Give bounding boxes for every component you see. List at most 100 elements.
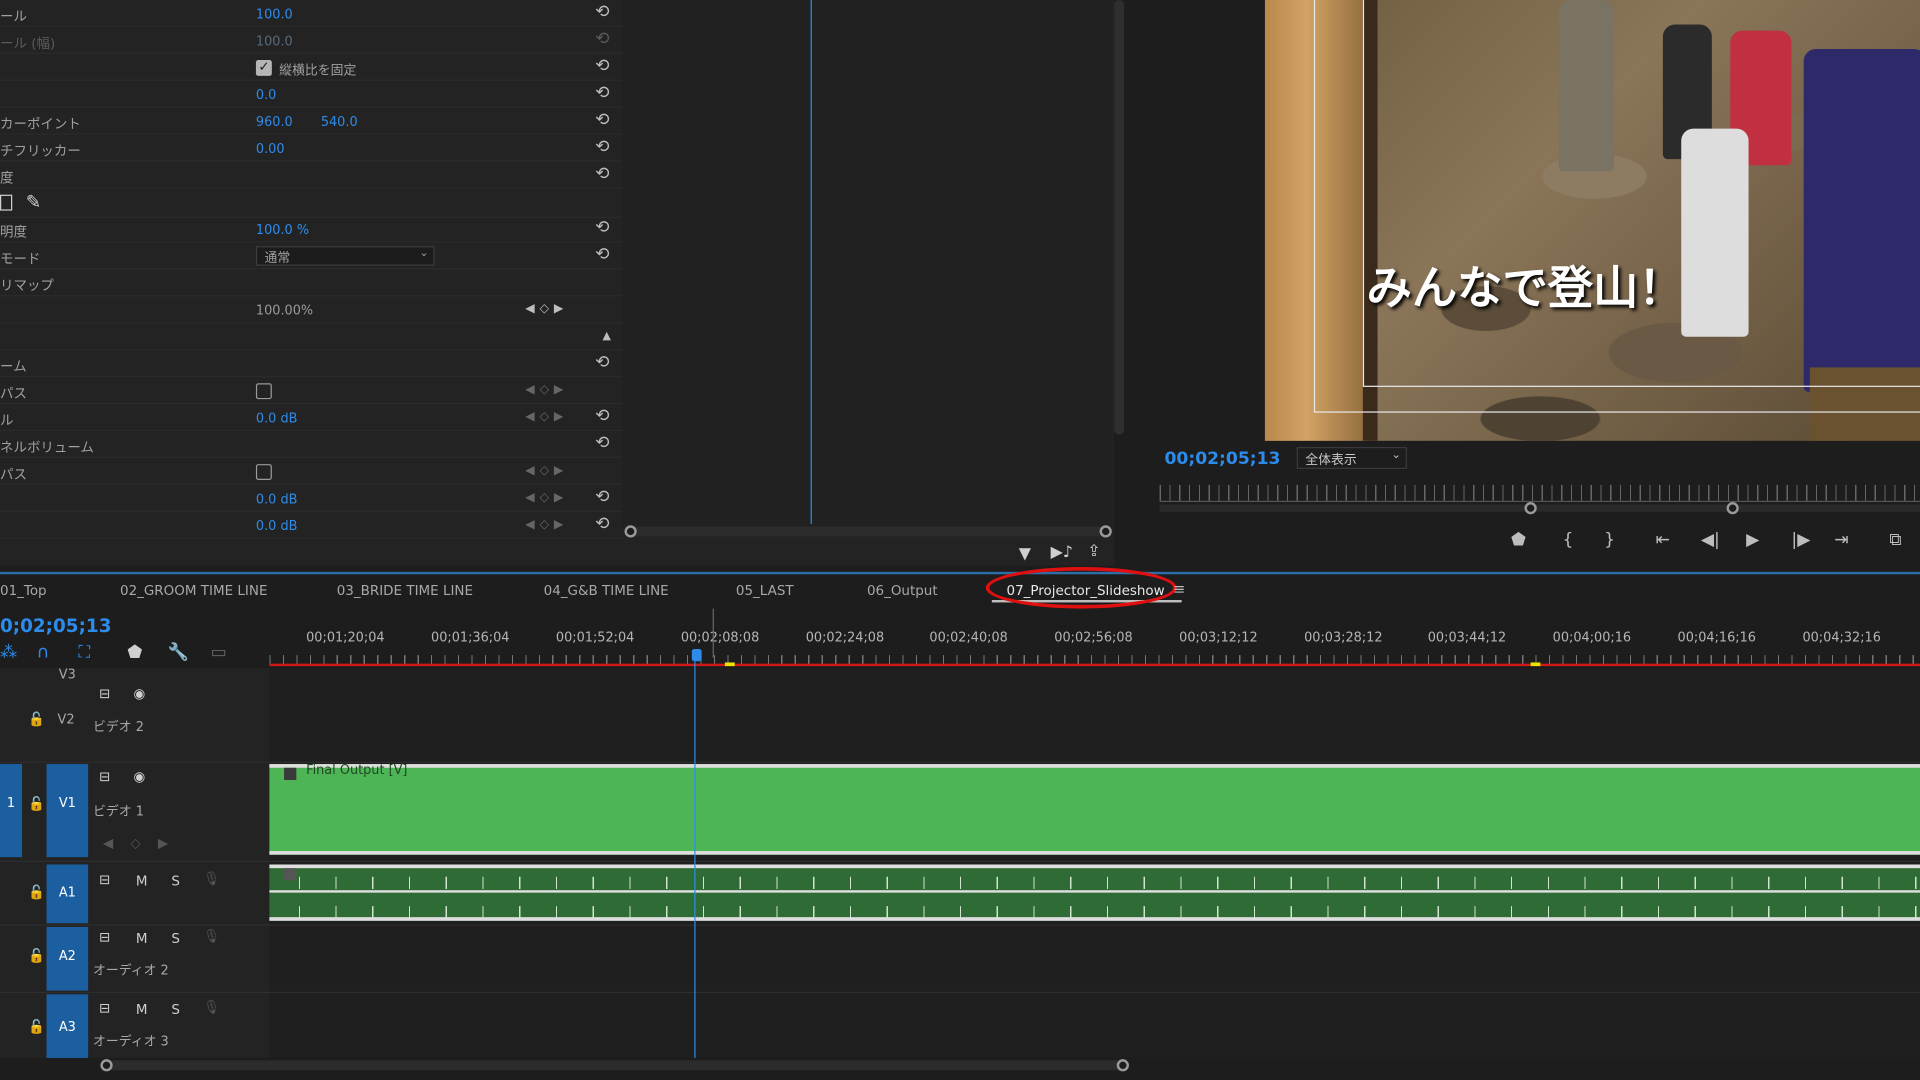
eye-icon[interactable]: ◉ — [133, 686, 145, 702]
insert-nest-icon[interactable]: ⁂ — [0, 643, 17, 663]
video-clip-final-output[interactable] — [269, 764, 1920, 855]
reset-icon[interactable]: ⟲ — [595, 219, 609, 236]
pen-icon[interactable]: ✎ — [26, 191, 41, 213]
reset-icon[interactable]: ⟲ — [595, 58, 609, 75]
keyframe-nav[interactable]: ◀◇▶ — [103, 835, 186, 851]
reset-icon[interactable]: ⟲ — [595, 435, 609, 452]
lock-icon[interactable]: 🔓 — [28, 884, 45, 900]
add-marker-icon[interactable]: ⬟ — [1511, 530, 1526, 550]
program-ruler[interactable] — [1159, 484, 1920, 503]
track-area[interactable] — [269, 668, 1920, 1058]
right-channel-value[interactable]: 0.0 dB — [256, 519, 298, 534]
track-v3-label[interactable]: V3 — [59, 667, 76, 682]
sync-lock-icon[interactable]: ⊟ — [99, 686, 110, 702]
tab-05-last[interactable]: 05_LAST — [736, 583, 794, 599]
step-back-icon[interactable]: ◀| — [1701, 530, 1720, 550]
zoom-handle-right[interactable] — [1116, 1059, 1129, 1072]
blend-mode-dropdown[interactable]: 通常 ⌄ — [255, 246, 435, 266]
reset-icon[interactable]: ⟲ — [595, 4, 609, 21]
bypass-checkbox[interactable] — [255, 464, 272, 481]
reset-icon[interactable]: ⟲ — [595, 111, 609, 128]
sync-lock-icon[interactable]: ⊟ — [99, 872, 110, 888]
add-marker-icon[interactable]: ⬟ — [127, 643, 142, 663]
timeline-playhead-handle[interactable] — [691, 648, 702, 662]
program-timecode[interactable]: 00;02;05;13 — [1164, 449, 1280, 469]
fit-dropdown[interactable]: 全体表示 ⌄ — [1296, 446, 1407, 469]
play-audio-icon[interactable]: ▶♪ — [1051, 544, 1073, 562]
effect-controls-timeline[interactable] — [622, 0, 1112, 527]
zoom-handle-left[interactable] — [1524, 502, 1537, 515]
go-to-out-icon[interactable]: ⇥ — [1834, 530, 1848, 550]
zoom-handle-left[interactable] — [624, 525, 637, 538]
voice-over-icon[interactable]: 🎙 — [203, 871, 220, 887]
track-a1-target[interactable]: A1 — [46, 864, 89, 924]
keyframe-nav[interactable]: ◀◇▶ — [525, 302, 568, 315]
lock-icon[interactable]: 🔓 — [28, 948, 45, 964]
track-a3-target[interactable]: A3 — [46, 994, 89, 1058]
reset-icon[interactable]: ⟲ — [595, 489, 609, 506]
zoom-handle-right[interactable] — [1726, 502, 1739, 515]
rotation-value[interactable]: 0.0 — [256, 88, 276, 103]
reset-icon[interactable]: ⟲ — [595, 354, 609, 371]
track-v2-label[interactable]: V2 — [58, 713, 75, 728]
left-channel-value[interactable]: 0.0 dB — [256, 492, 298, 507]
program-zoom-bar[interactable] — [1159, 502, 1920, 515]
sync-lock-icon[interactable]: ⊟ — [99, 769, 110, 785]
anchor-y-value[interactable]: 540.0 — [321, 115, 358, 130]
voice-over-icon[interactable]: 🎙 — [203, 999, 220, 1015]
solo-button[interactable]: S — [171, 873, 180, 889]
effect-controls-playhead[interactable] — [810, 0, 812, 525]
bypass-checkbox[interactable] — [255, 383, 272, 400]
tab-02-groom[interactable]: 02_GROOM TIME LINE — [120, 583, 267, 599]
sync-lock-icon[interactable]: ⊟ — [99, 929, 110, 945]
keyframe-nav[interactable]: ◀◇▶ — [525, 410, 568, 423]
keyframe-nav[interactable]: ◀◇▶ — [525, 464, 568, 477]
go-to-in-icon[interactable]: ⇤ — [1656, 530, 1670, 550]
tab-06-output[interactable]: 06_Output — [867, 583, 938, 599]
snap-icon[interactable]: ∩ — [37, 643, 50, 663]
effect-controls-zoom-bar[interactable] — [624, 525, 1112, 538]
collapse-up-icon[interactable]: ▲ — [602, 331, 610, 343]
track-v1-target[interactable]: V1 — [46, 764, 89, 858]
mark-out-icon[interactable]: } — [1604, 530, 1615, 550]
speed-value[interactable]: 100.00% — [256, 304, 313, 319]
track-a2-target[interactable]: A2 — [46, 926, 89, 991]
solo-button[interactable]: S — [171, 931, 180, 947]
anti-flicker-value[interactable]: 0.00 — [256, 142, 285, 157]
opacity-value[interactable]: 100.0 % — [256, 223, 309, 238]
tab-menu-icon[interactable]: ≡ — [1173, 580, 1185, 597]
scale-value[interactable]: 100.0 — [256, 7, 293, 22]
lock-icon[interactable]: 🔓 — [28, 711, 45, 727]
keyframe-nav[interactable]: ◀◇▶ — [525, 518, 568, 531]
tab-03-bride[interactable]: 03_BRIDE TIME LINE — [337, 583, 473, 599]
filter-icon[interactable]: ▼ — [1019, 545, 1031, 563]
solo-button[interactable]: S — [171, 1002, 180, 1018]
anchor-x-value[interactable]: 960.0 — [256, 115, 293, 130]
source-v1-target[interactable]: 1 — [0, 764, 23, 858]
reset-icon[interactable]: ⟲ — [595, 516, 609, 533]
zoom-handle-left[interactable] — [100, 1059, 113, 1072]
mute-button[interactable]: M — [136, 873, 148, 889]
lift-icon[interactable]: ⧉ — [1889, 530, 1901, 550]
keyframe-nav[interactable]: ◀◇▶ — [525, 491, 568, 504]
eye-icon[interactable]: ◉ — [133, 769, 145, 785]
tab-01-top[interactable]: 01_Top — [0, 583, 47, 599]
export-icon[interactable]: ⇪ — [1087, 542, 1100, 560]
timeline-playhead[interactable] — [694, 661, 696, 1058]
play-icon[interactable]: ▶ — [1746, 530, 1759, 550]
lock-icon[interactable]: 🔓 — [28, 796, 45, 812]
step-forward-icon[interactable]: |▶ — [1791, 530, 1810, 550]
reset-icon[interactable]: ⟲ — [595, 84, 609, 101]
linked-selection-icon[interactable]: ⛶ — [78, 643, 90, 663]
captions-icon[interactable]: ▭ — [211, 643, 227, 663]
sequence-timecode[interactable]: 0;02;05;13 — [0, 615, 112, 637]
reset-icon[interactable]: ⟲ — [595, 138, 609, 155]
mute-button[interactable]: M — [136, 931, 148, 947]
mute-button[interactable]: M — [136, 1002, 148, 1018]
lock-icon[interactable]: 🔓 — [28, 1019, 45, 1035]
reset-icon[interactable]: ⟲ — [595, 165, 609, 182]
keyframe-nav[interactable]: ◀◇▶ — [525, 383, 568, 396]
rectangle-mask-icon[interactable] — [0, 194, 13, 211]
sync-lock-icon[interactable]: ⊟ — [99, 1000, 110, 1016]
uniform-scale-checkbox[interactable] — [255, 59, 272, 76]
